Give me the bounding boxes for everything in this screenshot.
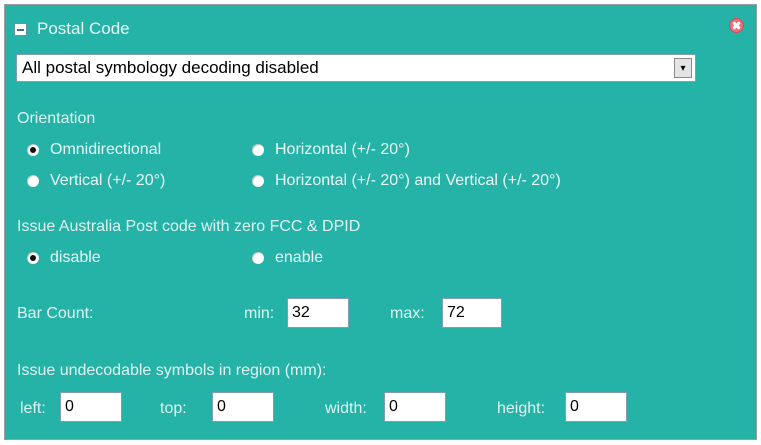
panel-header: Postal Code: [14, 18, 130, 40]
collapse-icon[interactable]: [14, 22, 27, 36]
orientation-label: Orientation: [17, 110, 96, 127]
radio-enable[interactable]: enable: [252, 249, 323, 267]
radio-label: Horizontal (+/- 20°): [275, 141, 410, 158]
postal-symbology-select[interactable]: All postal symbology decoding disabled ▾: [16, 54, 696, 82]
radio-label: enable: [275, 249, 324, 266]
radio-label: Vertical (+/- 20°): [50, 172, 166, 189]
dropdown-arrow-icon[interactable]: ▾: [674, 58, 692, 78]
region-height-input[interactable]: 0: [565, 392, 627, 422]
region-width-input[interactable]: 0: [384, 392, 446, 422]
radio-unchecked-icon[interactable]: [252, 252, 264, 264]
australia-post-label: Issue Australia Post code with zero FCC …: [17, 218, 361, 235]
panel-title: Postal Code: [37, 19, 130, 38]
top-label: top:: [160, 400, 187, 417]
region-left-input[interactable]: 0: [60, 392, 122, 422]
region-top-input[interactable]: 0: [212, 392, 274, 422]
radio-horizontal-and-vertical[interactable]: Horizontal (+/- 20°) and Vertical (+/- 2…: [252, 172, 561, 190]
radio-unchecked-icon[interactable]: [252, 144, 264, 156]
close-icon[interactable]: [729, 18, 744, 33]
radio-vertical[interactable]: Vertical (+/- 20°): [27, 172, 165, 190]
max-label: max:: [390, 305, 425, 322]
bar-count-min-input[interactable]: 32: [287, 298, 349, 328]
left-label: left:: [20, 400, 46, 417]
radio-disable[interactable]: disable: [27, 249, 101, 267]
width-label: width:: [325, 400, 367, 417]
min-label: min:: [244, 305, 275, 322]
radio-checked-icon[interactable]: [27, 144, 39, 156]
radio-omnidirectional[interactable]: Omnidirectional: [27, 141, 161, 159]
height-label: height:: [497, 400, 546, 417]
radio-unchecked-icon[interactable]: [27, 175, 39, 187]
radio-label: Omnidirectional: [50, 141, 162, 158]
radio-unchecked-icon[interactable]: [252, 175, 264, 187]
radio-label: Horizontal (+/- 20°) and Vertical (+/- 2…: [275, 172, 561, 189]
bar-count-max-input[interactable]: 72: [442, 298, 502, 328]
radio-checked-icon[interactable]: [27, 252, 39, 264]
bar-count-label: Bar Count:: [17, 305, 94, 322]
radio-label: disable: [50, 249, 101, 266]
radio-horizontal[interactable]: Horizontal (+/- 20°): [252, 141, 410, 159]
region-label: Issue undecodable symbols in region (mm)…: [17, 362, 327, 379]
select-value: All postal symbology decoding disabled: [22, 58, 319, 77]
